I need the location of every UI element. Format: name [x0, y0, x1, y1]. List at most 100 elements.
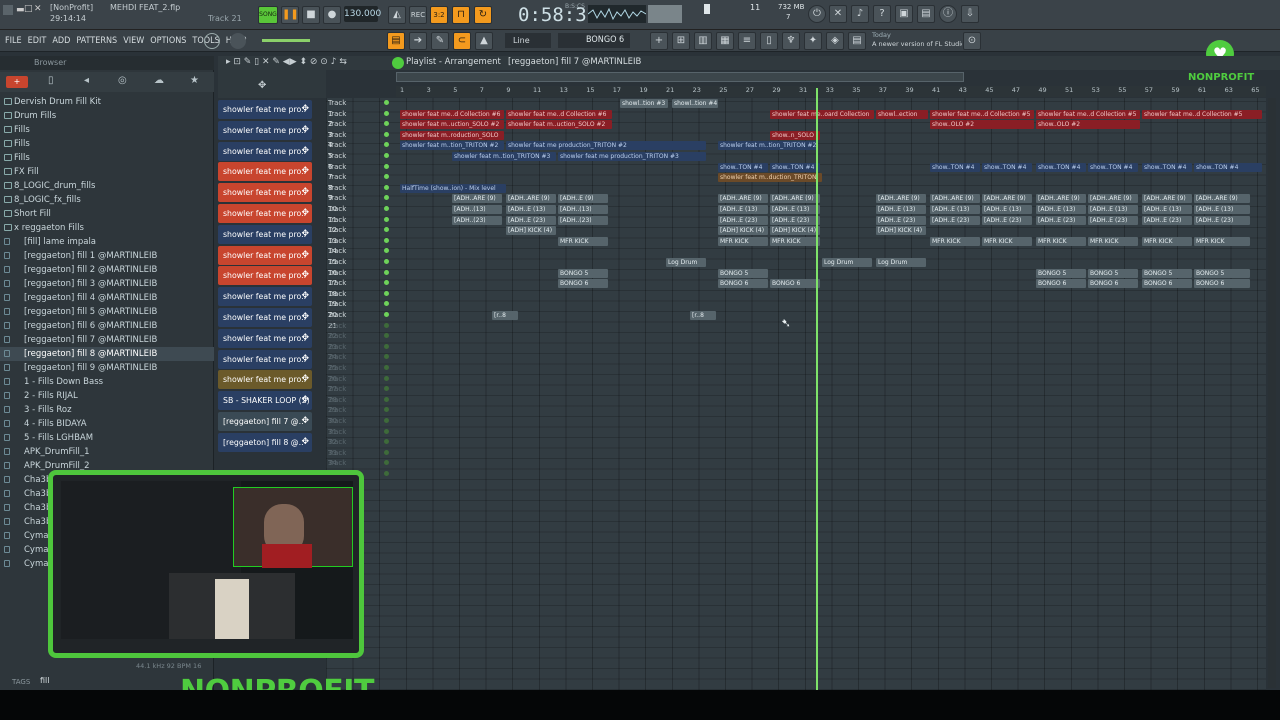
- playlist-clip[interactable]: show..TON #4: [1088, 162, 1138, 172]
- browser-item[interactable]: Short Fill: [0, 207, 214, 221]
- browser-item[interactable]: Dervish Drum Fill Kit: [0, 95, 214, 109]
- track-label[interactable]: Track 7: [328, 162, 346, 182]
- track-label[interactable]: Track 32: [328, 427, 346, 447]
- playlist-clip[interactable]: [ADH..E (13): [1142, 205, 1192, 214]
- playlist-clip[interactable]: [ADH..E (13): [1088, 205, 1138, 214]
- track-mute-led[interactable]: [384, 365, 389, 370]
- menu-options[interactable]: OPTIONS: [147, 30, 189, 52]
- pause-button[interactable]: ❚❚: [281, 6, 299, 24]
- browser-item[interactable]: [reggaeton] fill 3 @MARTINLEIB: [0, 277, 214, 291]
- track-label[interactable]: Track 35: [328, 458, 346, 478]
- playlist-clip[interactable]: BONGO 6: [1142, 279, 1192, 289]
- playlist-clip[interactable]: BONGO 5: [1088, 268, 1138, 278]
- playlist-clip[interactable]: MFR KICK: [558, 236, 608, 246]
- playlist-scrollbar[interactable]: [396, 72, 964, 82]
- channel-button[interactable]: showler feat me pro.. ✥: [218, 349, 312, 369]
- channel-button[interactable]: showler feat me pro.. ✥: [218, 328, 312, 348]
- snap-select[interactable]: Line: [505, 33, 551, 48]
- playlist-clip[interactable]: [ADH..E (13): [506, 205, 556, 214]
- playlist-clip[interactable]: showler feat me..oard Collection: [770, 109, 874, 119]
- mixer-view-icon[interactable]: ≡: [738, 32, 756, 50]
- browser-item[interactable]: [reggaeton] fill 1 @MARTINLEIB: [0, 249, 214, 263]
- playlist-clip[interactable]: BONGO 6: [770, 279, 820, 289]
- track-label[interactable]: Track 8: [328, 172, 346, 192]
- tools-icon[interactable]: ✕: [829, 5, 847, 23]
- track-mute-led[interactable]: [384, 206, 389, 211]
- menu-add[interactable]: ADD: [49, 30, 73, 52]
- channel-move-icon[interactable]: ✥: [301, 246, 309, 265]
- channel-move-icon[interactable]: ✥: [301, 329, 309, 348]
- track-label[interactable]: Track 10: [328, 193, 346, 213]
- playlist-clip[interactable]: BONGO 6: [1194, 279, 1250, 289]
- playlist-clip[interactable]: showl..ection: [876, 109, 928, 119]
- song-position-display[interactable]: 0:58:32: [518, 4, 598, 26]
- track-label[interactable]: Track 25: [328, 352, 346, 372]
- track-mute-led[interactable]: [384, 343, 389, 349]
- playlist-clip[interactable]: BONGO 5: [718, 268, 768, 278]
- browser-item[interactable]: 1 - Fills Down Bass: [0, 375, 214, 389]
- channel-move-icon[interactable]: ✥: [301, 412, 309, 431]
- playlist-clip[interactable]: MFR KICK: [1036, 236, 1086, 246]
- playlist-clip[interactable]: [ADH] KICK (4): [718, 226, 768, 236]
- playlist-clip[interactable]: [ADH..E (13): [930, 205, 980, 214]
- track-mute-led[interactable]: [384, 312, 389, 317]
- browser-item[interactable]: 3 - Fills Roz: [0, 403, 214, 417]
- track-label[interactable]: Track 23: [328, 331, 346, 351]
- track-mute-led[interactable]: [384, 322, 389, 328]
- playlist-icon[interactable]: ▤: [387, 32, 405, 50]
- playlist-clip[interactable]: [ADH] KICK (4): [770, 226, 820, 236]
- playlist-clip[interactable]: showler feat m..tion_TRITON #2: [718, 141, 818, 151]
- playlist-clip[interactable]: [ADH..E (23): [718, 215, 768, 225]
- channel-rack-icon[interactable]: ▦: [716, 32, 734, 50]
- browser-item[interactable]: x reggaeton Fills: [0, 221, 214, 235]
- track-label[interactable]: Track 1: [328, 98, 346, 118]
- browser-item[interactable]: 8_LOGIC_fx_fills: [0, 193, 214, 207]
- channel-button[interactable]: showler feat me pro.. ✥: [218, 370, 312, 390]
- playlist-clip[interactable]: [ADH..(13): [558, 205, 608, 214]
- browser-item[interactable]: [reggaeton] fill 2 @MARTINLEIB: [0, 263, 214, 277]
- playlist-clip[interactable]: Log Drum: [876, 258, 926, 267]
- channel-move-icon[interactable]: ✥: [301, 204, 309, 223]
- playlist-clip[interactable]: MFR KICK: [1088, 236, 1138, 246]
- channel-button[interactable]: showler feat me pro.. ✥: [218, 141, 312, 161]
- playlist-clip[interactable]: showl..tion #4: [672, 99, 718, 108]
- browser-plugin-icon[interactable]: ◎: [118, 75, 127, 86]
- track-label[interactable]: Track 29: [328, 395, 346, 415]
- next-icon[interactable]: ➔: [409, 32, 427, 50]
- track-mute-led[interactable]: [384, 269, 389, 275]
- track-mute-led[interactable]: [384, 131, 389, 137]
- playlist-clip[interactable]: MFR KICK: [930, 236, 980, 246]
- playhead[interactable]: [816, 88, 818, 690]
- playlist-clip[interactable]: [ADH..E (9): [558, 194, 608, 204]
- browser-item[interactable]: [reggaeton] fill 4 @MARTINLEIB: [0, 291, 214, 305]
- track-label[interactable]: Track 13: [328, 225, 346, 245]
- playlist-clip[interactable]: showler feat me..d Collection #6: [400, 109, 504, 119]
- master-volume-knob[interactable]: [230, 33, 246, 49]
- playlist-clip[interactable]: HalfTime (show..ion) - Mix level: [400, 183, 506, 193]
- record-button[interactable]: ●: [323, 6, 341, 24]
- playlist-clip[interactable]: showler feat me production_TRITON #2: [506, 141, 706, 151]
- playlist-clip[interactable]: show..TON #4: [1142, 162, 1192, 172]
- track-label[interactable]: Track 20: [328, 299, 346, 319]
- track-mute-led[interactable]: [384, 418, 389, 423]
- browser-item[interactable]: APK_DrumFill_1: [0, 445, 214, 459]
- playlist-clip[interactable]: BONGO 5: [558, 268, 608, 278]
- channel-button[interactable]: showler feat me pro.. ✥: [218, 120, 312, 140]
- browser-item[interactable]: [fill] lame impala: [0, 235, 214, 249]
- playlist-clip[interactable]: showl..tion #3: [620, 99, 668, 108]
- playlist-clip[interactable]: show..OLO #2: [1036, 120, 1140, 130]
- help-icon[interactable]: ?: [873, 5, 891, 23]
- playlist-clip[interactable]: MFR KICK: [770, 236, 820, 246]
- browser-item[interactable]: 4 - Fills BIDAYA: [0, 417, 214, 431]
- track-mute-led[interactable]: [384, 290, 389, 296]
- channel-move-icon[interactable]: ✥: [301, 100, 309, 119]
- track-label[interactable]: Track 34: [328, 448, 346, 468]
- playlist-clip[interactable]: show..TON #4: [718, 162, 768, 172]
- playlist-clip[interactable]: [ADH..E (13): [982, 205, 1032, 214]
- online-icon[interactable]: ⏻: [808, 5, 826, 23]
- playlist-clip[interactable]: showler feat me production_TRITON #3: [558, 152, 706, 161]
- track-label[interactable]: Track 3: [328, 119, 346, 139]
- stop-button[interactable]: ■: [302, 6, 320, 24]
- step-edit-icon[interactable]: ⊓: [452, 6, 470, 24]
- channel-button[interactable]: showler feat me pro.. ✥: [218, 266, 312, 286]
